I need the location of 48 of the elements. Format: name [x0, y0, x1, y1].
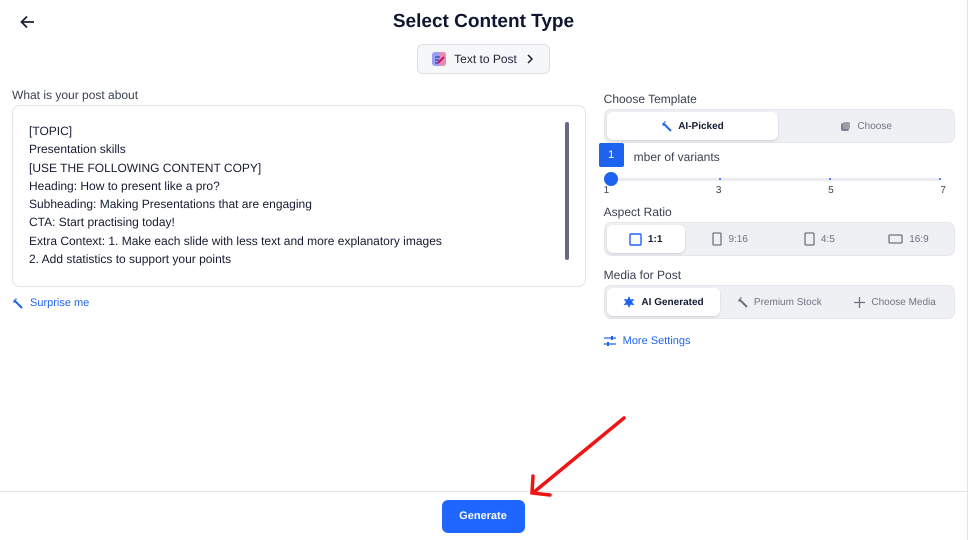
option-tab[interactable]: AI-Picked — [606, 112, 778, 140]
tick-label: 3 — [716, 185, 722, 196]
prompt-text-line: Subheading: Making Presentations that are engaging — [29, 196, 313, 214]
prompt-text-line: [TOPIC] — [29, 123, 74, 140]
tick-label: 7 — [940, 185, 946, 196]
plus-icon — [854, 296, 866, 308]
wand-icon — [12, 298, 23, 308]
surprise-me-link[interactable]: Surprise me — [12, 297, 90, 309]
scrollbar[interactable] — [564, 122, 569, 260]
option-tab[interactable]: Choose Media — [838, 288, 952, 316]
prompt-text-line: Extra Context: 1. Make each slide with less text and more explanatory images — [29, 232, 443, 250]
page-title: Select Content Type — [392, 11, 574, 33]
section-label: mber of variants — [634, 150, 720, 164]
wide-rectangle-icon — [888, 234, 904, 244]
sparkle-icon — [623, 296, 636, 308]
wand-icon — [661, 120, 672, 132]
option-tab[interactable]: 9:16 — [686, 225, 774, 253]
chevron-right-icon — [524, 54, 535, 64]
option-tab[interactable]: Choose — [780, 112, 952, 140]
option-tab[interactable]: 16:9 — [864, 225, 952, 253]
section-label: Choose Template — [604, 92, 698, 106]
value-tooltip: 1 — [598, 143, 624, 167]
prompt-text-line: CTA: Start practising today! — [29, 214, 176, 232]
option-tab[interactable]: 4:5 — [776, 225, 863, 253]
section-label: Aspect Ratio — [604, 205, 673, 219]
slider-thumb[interactable] — [604, 172, 618, 186]
prompt-text-line: Heading: How to present like a pro? — [29, 178, 221, 195]
prompt-field[interactable] — [12, 105, 586, 287]
layers-icon — [840, 120, 852, 132]
tall-rectangle-icon — [712, 232, 722, 246]
section-label: Media for Post — [604, 268, 682, 282]
tick-label: 1 — [604, 185, 610, 196]
prompt-text-line: [USE THE FOLLOWING CONTENT COPY] — [29, 160, 262, 177]
generate-button[interactable]: Generate — [442, 500, 524, 532]
option-tab[interactable]: Premium Stock — [722, 288, 836, 316]
option-tab[interactable]: 1:1 — [606, 225, 685, 253]
field-label: What is your post about — [12, 88, 140, 102]
content-type-button[interactable]: Text to Post — [417, 44, 550, 74]
sliders-icon — [604, 336, 616, 346]
prompt-text-line: 2. Add statistics to support your points — [29, 251, 232, 268]
square-icon — [628, 232, 642, 246]
wand-icon — [736, 296, 748, 308]
portrait-rectangle-icon — [804, 232, 815, 246]
option-tab[interactable]: AI Generated — [606, 288, 720, 316]
more-settings-link[interactable]: More Settings — [604, 335, 691, 347]
tick-label: 5 — [828, 185, 834, 196]
edit-note-icon — [432, 52, 446, 66]
prompt-text-line: Presentation skills — [29, 141, 127, 158]
